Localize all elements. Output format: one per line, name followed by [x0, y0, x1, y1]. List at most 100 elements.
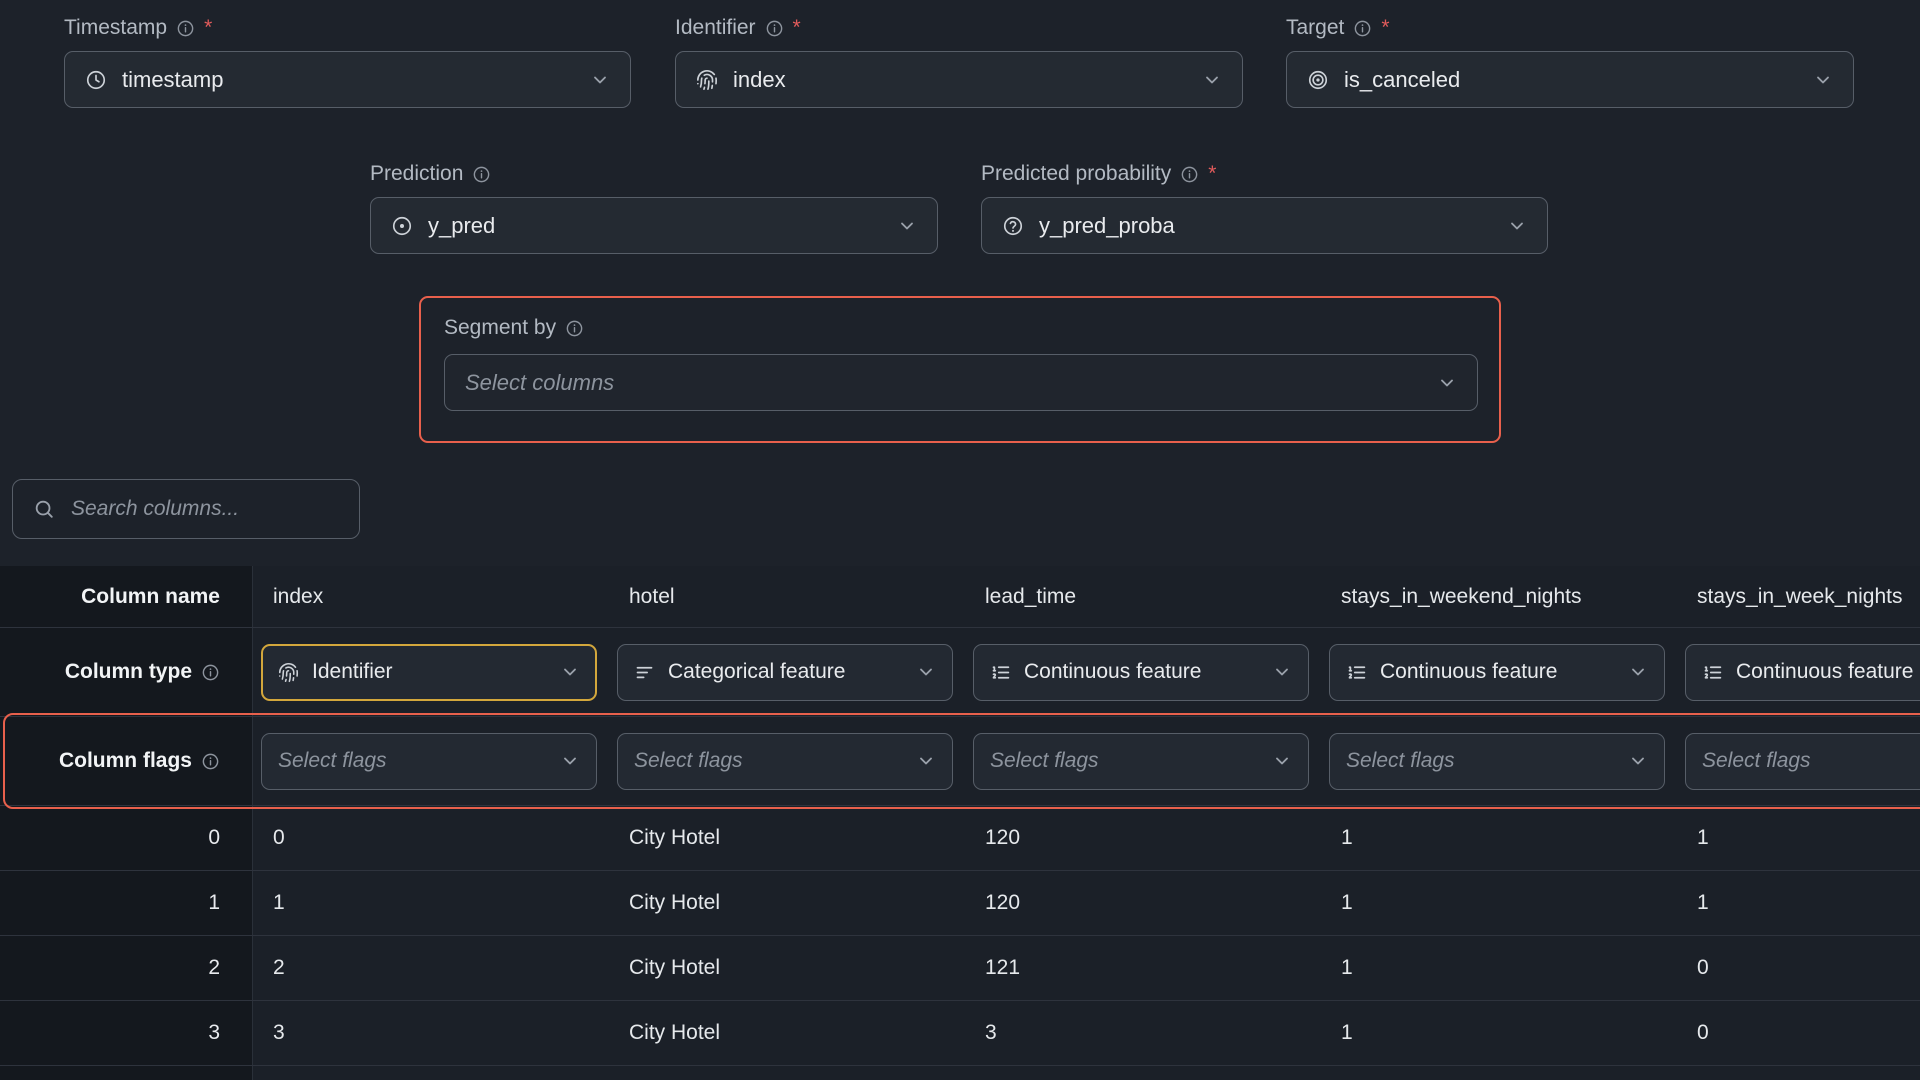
column-name-row: Column name index hotel lead_time stays_…	[0, 566, 1920, 628]
row-index: 3	[0, 1001, 253, 1065]
segment-by-select[interactable]: Select columns	[444, 354, 1478, 411]
cell: 3	[253, 1001, 609, 1065]
column-type-select-index[interactable]: Identifier	[261, 644, 597, 701]
chevron-down-icon	[1628, 662, 1648, 682]
info-icon[interactable]	[176, 19, 195, 38]
cell: 120	[965, 871, 1321, 935]
info-icon[interactable]	[565, 319, 584, 338]
table-row: 2 2 City Hotel 121 1 0	[0, 936, 1920, 1001]
cell: 1	[1321, 806, 1677, 870]
column-header-hotel: hotel	[609, 566, 965, 627]
predicted-probability-select[interactable]: y_pred_proba	[981, 197, 1548, 254]
predicted-probability-selected-value: y_pred_proba	[1039, 213, 1175, 239]
cell: 1	[253, 871, 609, 935]
fingerprint-icon	[696, 69, 718, 91]
column-type-select-stays-week[interactable]: Continuous feature	[1685, 644, 1920, 701]
column-flags-header-text: Column flags	[59, 749, 192, 773]
cell: 120	[965, 806, 1321, 870]
required-marker: *	[1381, 16, 1389, 40]
column-type-select-hotel[interactable]: Categorical feature	[617, 644, 953, 701]
target-label: Target *	[1286, 13, 1854, 43]
chevron-down-icon	[1272, 751, 1292, 771]
column-type-select-lead-time[interactable]: Continuous feature	[973, 644, 1309, 701]
segment-by-highlight: Segment by Select columns	[419, 296, 1501, 443]
column-flags-row: Column flags Select flags Select flags S…	[0, 717, 1920, 806]
column-name-header-text: Column name	[81, 585, 220, 609]
search-columns-input[interactable]	[69, 496, 339, 522]
chevron-down-icon	[1507, 216, 1527, 236]
table-row-partial	[0, 1066, 1920, 1080]
cell: City Hotel	[609, 806, 965, 870]
categorical-icon	[634, 662, 655, 683]
search-icon	[33, 498, 55, 520]
chevron-down-icon	[1272, 662, 1292, 682]
column-name-header: Column name	[0, 566, 253, 627]
cell: 1	[1321, 1001, 1677, 1065]
cell: 0	[1677, 936, 1920, 1000]
cell: City Hotel	[609, 871, 965, 935]
cell: 1	[1677, 806, 1920, 870]
chevron-down-icon	[897, 216, 917, 236]
numbered-list-icon	[990, 662, 1011, 683]
dataset-mapping-page: Timestamp * timestamp Identifier * index…	[0, 0, 1920, 1080]
column-type-row: Column type Identifier Categorical featu…	[0, 628, 1920, 717]
chevron-down-icon	[916, 662, 936, 682]
target-icon	[1307, 69, 1329, 91]
info-icon[interactable]	[1353, 19, 1372, 38]
cell: City Hotel	[609, 1001, 965, 1065]
predicted-probability-label-text: Predicted probability	[981, 162, 1171, 186]
chevron-down-icon	[590, 70, 610, 90]
chevron-down-icon	[560, 662, 580, 682]
segment-by-placeholder: Select columns	[465, 370, 614, 396]
column-type-select-stays-weekend[interactable]: Continuous feature	[1329, 644, 1665, 701]
info-icon[interactable]	[201, 752, 220, 771]
column-type-header: Column type	[0, 628, 253, 716]
chevron-down-icon	[916, 751, 936, 771]
search-columns-box	[12, 479, 360, 539]
info-icon[interactable]	[472, 165, 491, 184]
target-select[interactable]: is_canceled	[1286, 51, 1854, 108]
cell: 1	[1321, 871, 1677, 935]
target-selected-value: is_canceled	[1344, 67, 1460, 93]
info-icon[interactable]	[201, 663, 220, 682]
column-flags-select-index[interactable]: Select flags	[261, 733, 597, 790]
target-label-text: Target	[1286, 16, 1344, 40]
column-flags-header: Column flags	[0, 717, 253, 805]
question-circle-icon	[1002, 215, 1024, 237]
chevron-down-icon	[1437, 373, 1457, 393]
info-icon[interactable]	[1180, 165, 1199, 184]
column-flags-select-lead-time[interactable]: Select flags	[973, 733, 1309, 790]
circle-dot-icon	[391, 215, 413, 237]
columns-table: Column name index hotel lead_time stays_…	[0, 566, 1920, 1080]
identifier-selected-value: index	[733, 67, 786, 93]
required-marker: *	[1208, 162, 1216, 186]
fingerprint-icon	[278, 662, 299, 683]
column-flags-select-stays-week[interactable]: Select flags	[1685, 733, 1920, 790]
required-marker: *	[793, 16, 801, 40]
prediction-selected-value: y_pred	[428, 213, 495, 239]
clock-icon	[85, 69, 107, 91]
table-row: 1 1 City Hotel 120 1 1	[0, 871, 1920, 936]
prediction-label: Prediction	[370, 159, 938, 189]
identifier-select[interactable]: index	[675, 51, 1243, 108]
timestamp-label-text: Timestamp	[64, 16, 167, 40]
cell: 0	[253, 806, 609, 870]
info-icon[interactable]	[765, 19, 784, 38]
column-flags-select-hotel[interactable]: Select flags	[617, 733, 953, 790]
identifier-fieldgroup: Identifier * index	[675, 13, 1243, 108]
timestamp-select[interactable]: timestamp	[64, 51, 631, 108]
prediction-select[interactable]: y_pred	[370, 197, 938, 254]
column-header-index: index	[253, 566, 609, 627]
row-index: 0	[0, 806, 253, 870]
segment-by-label: Segment by	[444, 313, 1499, 343]
segment-by-label-text: Segment by	[444, 316, 556, 340]
numbered-list-icon	[1346, 662, 1367, 683]
column-flags-select-stays-weekend[interactable]: Select flags	[1329, 733, 1665, 790]
numbered-list-icon	[1702, 662, 1723, 683]
chevron-down-icon	[1813, 70, 1833, 90]
identifier-label: Identifier *	[675, 13, 1243, 43]
required-marker: *	[204, 16, 212, 40]
column-header-stays-weekend: stays_in_weekend_nights	[1321, 566, 1677, 627]
row-index: 1	[0, 871, 253, 935]
cell: 1	[1321, 936, 1677, 1000]
